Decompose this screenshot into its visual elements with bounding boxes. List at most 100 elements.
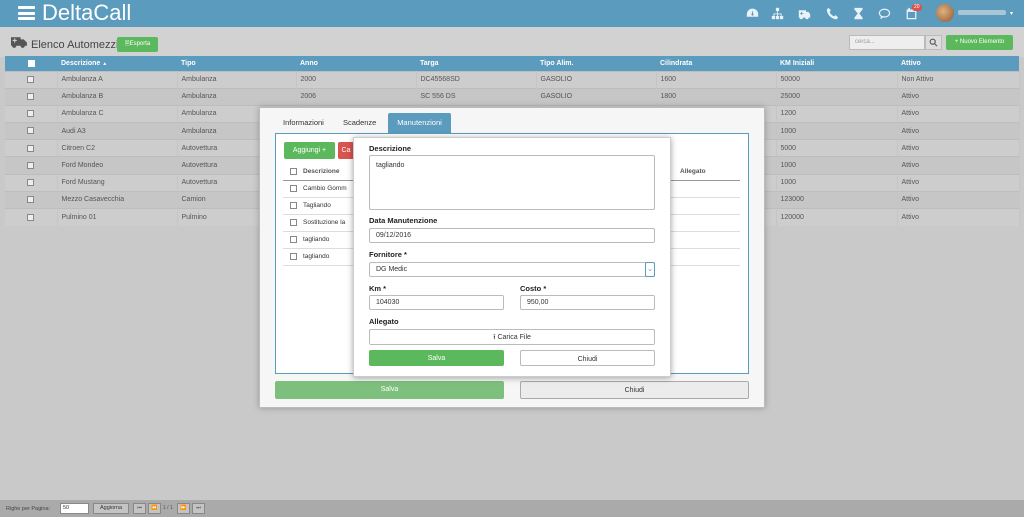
page-title: Elenco Automezzi — [31, 39, 119, 51]
ambulance-icon[interactable] — [798, 7, 811, 20]
row-checkbox[interactable] — [283, 248, 303, 265]
column-header[interactable]: Tipo — [177, 56, 296, 71]
phone-icon[interactable] — [826, 7, 839, 20]
list-item-attachment — [680, 248, 740, 265]
fornitore-label: Fornitore * — [369, 250, 407, 259]
descrizione-textarea[interactable]: tagliando — [369, 155, 655, 210]
dashboard-icon[interactable] — [746, 7, 759, 20]
column-header[interactable]: Anno — [296, 56, 416, 71]
table-row[interactable]: Ambulanza A Ambulanza 2000 DC45568SD GASOLIO… — [5, 70, 1020, 89]
table-cell: GASOLIO — [536, 87, 657, 106]
row-checkbox[interactable] — [283, 180, 303, 197]
column-header[interactable]: Descrizione ▲ — [57, 56, 177, 71]
table-cell: Attivo — [897, 207, 1020, 226]
table-cell: 25000 — [776, 87, 898, 106]
chevron-down-icon[interactable]: ▾ — [1010, 10, 1013, 17]
column-header[interactable]: Targa — [416, 56, 536, 71]
table-cell: Mezzo Casavecchia — [57, 190, 178, 209]
upload-file-button[interactable]: ⭱ Carica File — [369, 329, 655, 345]
row-checkbox[interactable] — [5, 87, 58, 106]
row-checkbox[interactable] — [5, 139, 58, 157]
sitemap-icon[interactable] — [771, 7, 784, 20]
row-checkbox[interactable] — [5, 156, 58, 175]
tab-informazioni[interactable]: Informazioni — [277, 113, 330, 133]
user-name-placeholder[interactable] — [958, 10, 1006, 15]
row-checkbox[interactable] — [5, 104, 58, 123]
costo-label: Costo * — [520, 284, 547, 293]
page-info: 1 / 1 — [163, 505, 173, 511]
save-maintenance-button[interactable]: Salva — [369, 350, 504, 366]
rows-per-page-label: Righe per Pagina: — [6, 506, 51, 512]
table-cell: 1000 — [776, 156, 898, 175]
next-page-button[interactable]: ⏩ — [177, 503, 190, 514]
add-maintenance-button[interactable]: Aggiungi + — [284, 142, 335, 159]
table-cell: Ambulanza — [177, 87, 297, 106]
row-checkbox[interactable] — [5, 173, 58, 192]
table-cell: 1200 — [776, 104, 898, 123]
column-header[interactable]: Cilindrata — [656, 56, 776, 71]
data-manutenzione-input[interactable]: 09/12/2016 — [369, 228, 655, 243]
table-cell: 1600 — [656, 70, 777, 89]
km-label: Km * — [369, 284, 387, 293]
tab-scadenze[interactable]: Scadenze — [337, 113, 382, 133]
close-maintenance-button[interactable]: Chiudi — [520, 350, 655, 366]
hourglass-icon[interactable] — [852, 7, 865, 20]
avatar[interactable] — [936, 4, 954, 22]
chevron-down-icon[interactable]: ⌄ — [645, 262, 655, 277]
column-header[interactable]: Attivo — [897, 56, 1019, 71]
km-input[interactable]: 104030 — [369, 295, 504, 310]
table-cell: Non Attivo — [897, 70, 1020, 89]
table-cell: Attivo — [897, 104, 1020, 123]
row-checkbox[interactable] — [283, 214, 303, 231]
table-cell: 50000 — [776, 70, 898, 89]
table-cell: 2006 — [296, 87, 417, 106]
table-cell: 1000 — [776, 173, 898, 192]
export-button[interactable]: 🗎Esporta — [117, 37, 158, 52]
row-checkbox[interactable] — [5, 190, 58, 209]
search-button[interactable] — [925, 35, 942, 50]
search-input[interactable]: cerca... — [849, 35, 925, 50]
top-navbar — [0, 0, 1024, 27]
table-cell: Ford Mustang — [57, 173, 178, 192]
row-checkbox[interactable] — [5, 207, 58, 226]
tab-manutenzioni[interactable]: Manutenzioni — [388, 113, 451, 133]
table-cell: DC45568SD — [416, 70, 537, 89]
table-cell: Attivo — [897, 139, 1020, 157]
close-vehicle-button[interactable]: Chiudi — [520, 381, 749, 399]
refresh-button[interactable]: Aggiorna — [93, 503, 129, 514]
row-checkbox[interactable] — [283, 197, 303, 214]
row-checkbox[interactable] — [283, 231, 303, 248]
data-manutenzione-label: Data Manutenzione — [369, 216, 438, 225]
table-cell: Attivo — [897, 156, 1020, 175]
costo-input[interactable]: 950,00 — [520, 295, 655, 310]
new-item-button[interactable]: + Nuovo Elemento — [946, 35, 1013, 50]
cancel-maintenance-button[interactable]: Ca — [338, 142, 354, 159]
first-page-button[interactable]: ⏮ — [133, 503, 146, 514]
column-header[interactable]: Tipo Alim. — [536, 56, 656, 71]
prev-page-button[interactable]: ⏪ — [148, 503, 161, 514]
menu-icon[interactable] — [18, 6, 35, 20]
table-cell: GASOLIO — [536, 70, 657, 89]
table-cell: Ford Mondeo — [57, 156, 178, 175]
table-cell: Ambulanza — [177, 70, 297, 89]
column-header[interactable]: KM Iniziali — [776, 56, 897, 71]
list-item-attachment — [680, 214, 740, 231]
row-checkbox[interactable] — [5, 70, 58, 89]
select-all-checkbox[interactable] — [5, 56, 57, 71]
chat-icon[interactable] — [878, 7, 891, 20]
table-cell: 5000 — [776, 139, 898, 157]
list-item-attachment — [680, 180, 740, 197]
last-page-button[interactable]: ⏭ — [192, 503, 205, 514]
save-vehicle-button[interactable]: Salva — [275, 381, 504, 399]
table-cell: Attivo — [897, 87, 1020, 106]
fornitore-select[interactable]: DG Medic — [369, 262, 655, 277]
list-item-attachment — [680, 197, 740, 214]
table-header-row: Descrizione ▲ Tipo Anno Targa Tipo Alim.… — [5, 56, 1019, 71]
app-brand[interactable]: DeltaCall — [42, 1, 131, 25]
rows-per-page-input[interactable]: 50 — [60, 503, 89, 514]
select-all-checkbox[interactable] — [283, 164, 303, 180]
table-cell: Ambulanza B — [57, 87, 178, 106]
row-checkbox[interactable] — [5, 122, 58, 140]
table-cell: Citroen C2 — [57, 139, 178, 157]
table-row[interactable]: Ambulanza B Ambulanza 2006 SC 556 DS GASOLIO… — [5, 87, 1020, 106]
